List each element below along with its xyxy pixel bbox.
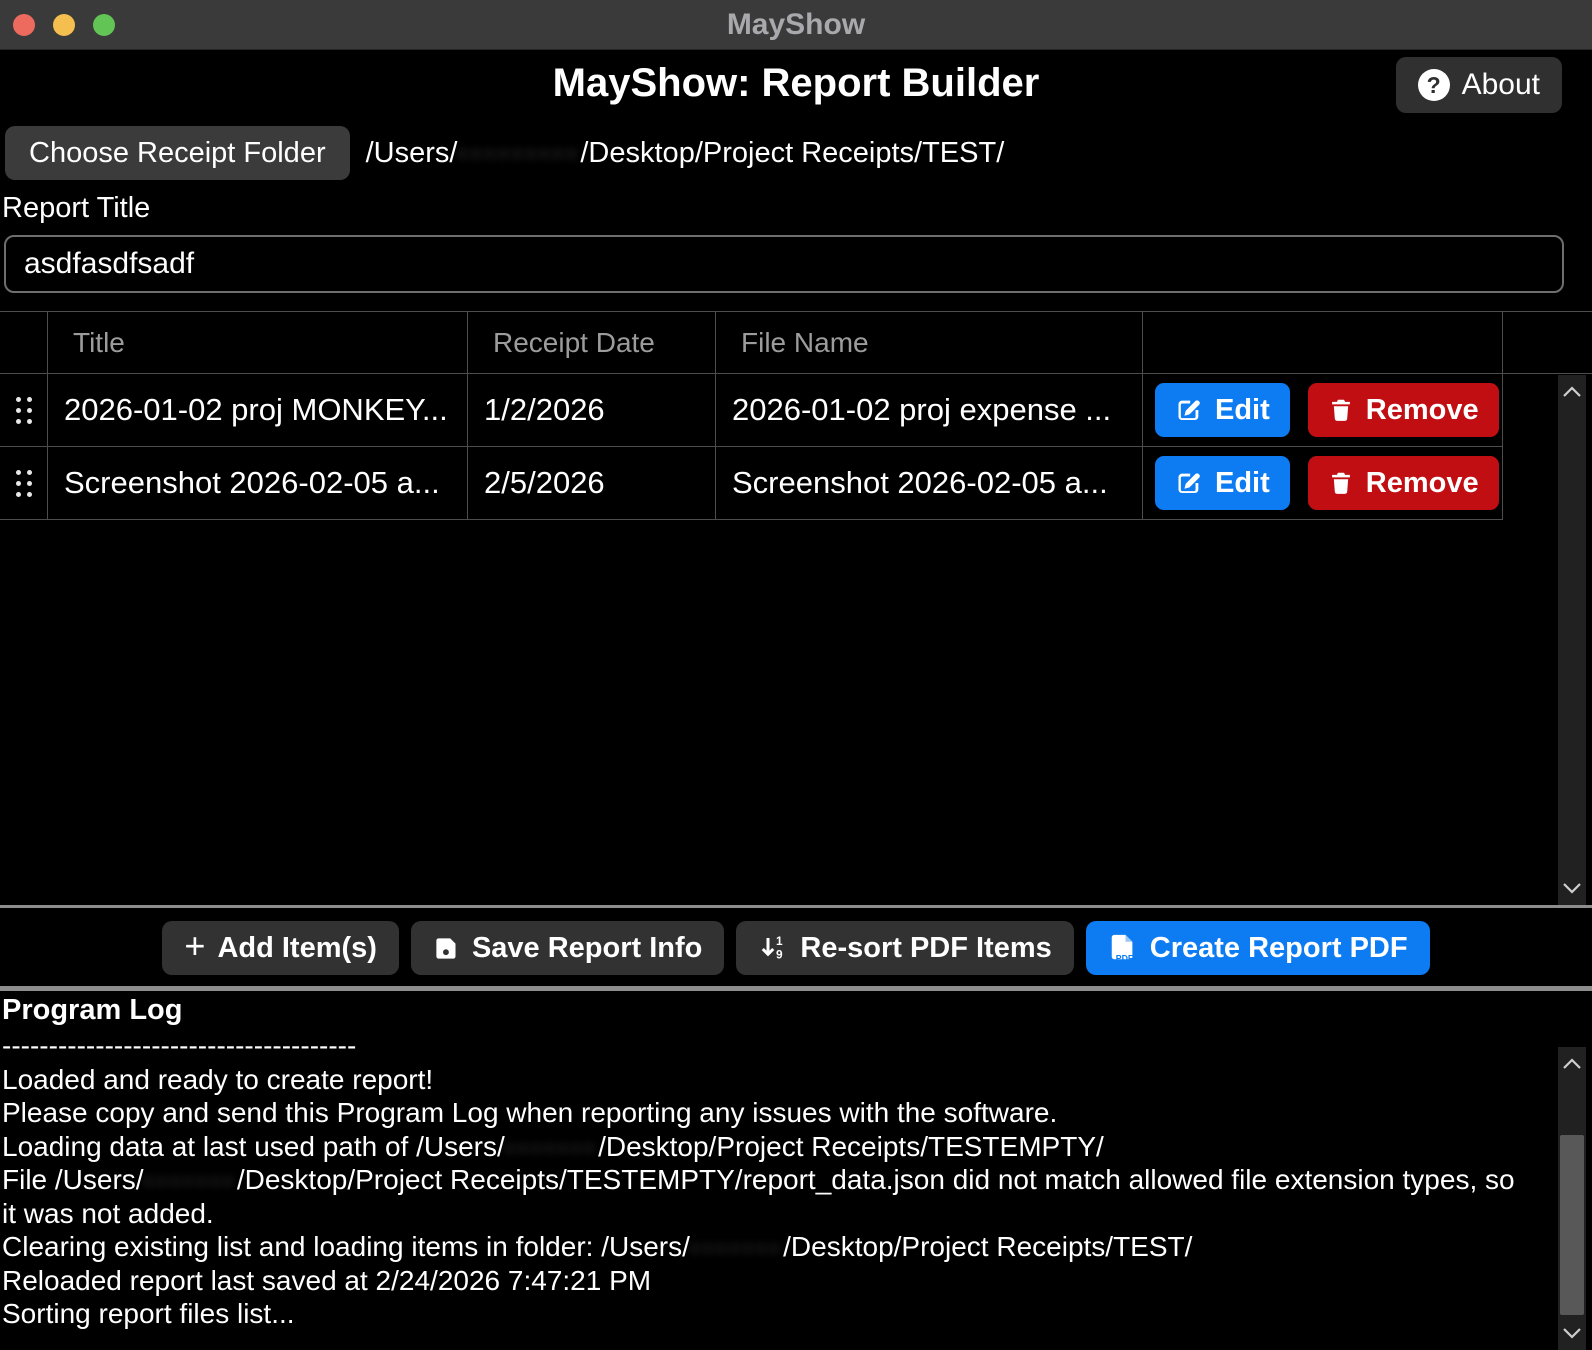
page-title: MayShow: Report Builder xyxy=(0,50,1592,106)
log-scrollbar[interactable] xyxy=(1558,1047,1586,1350)
save-report-info-label: Save Report Info xyxy=(472,932,702,965)
redacted-username: ······· xyxy=(690,1231,783,1262)
question-icon: ? xyxy=(1418,69,1450,101)
log-line: Loaded and ready to create report! xyxy=(2,1063,1518,1097)
add-items-label: Add Item(s) xyxy=(217,932,377,965)
window-title: MayShow xyxy=(0,8,1592,42)
folder-row: Choose Receipt Folder /Users/·········/D… xyxy=(5,126,1587,180)
choose-receipt-folder-button[interactable]: Choose Receipt Folder xyxy=(5,126,350,180)
drag-column-header xyxy=(0,312,48,374)
trash-icon xyxy=(1328,397,1354,423)
scroll-gutter-header xyxy=(1503,312,1592,374)
footer-actions-row: + Add Item(s) Save Report Info 19 Re-sor… xyxy=(0,916,1592,980)
log-line: Sorting report files list... xyxy=(2,1297,1518,1331)
edit-pencil-icon xyxy=(1175,469,1203,497)
window-titlebar: MayShow xyxy=(0,0,1592,50)
scroll-up-icon[interactable] xyxy=(1562,385,1582,399)
row-actions-cell: Edit Remove xyxy=(1143,374,1503,447)
redacted-username: ······· xyxy=(144,1164,237,1195)
edit-label: Edit xyxy=(1215,467,1270,500)
log-line: Loading data at last used path of /Users… xyxy=(2,1130,1518,1164)
remove-button[interactable]: Remove xyxy=(1308,383,1499,437)
trash-icon xyxy=(1328,470,1354,496)
create-report-pdf-label: Create Report PDF xyxy=(1150,932,1408,965)
sort-numeric-icon: 19 xyxy=(758,933,788,963)
log-line: File /Users/·······/Desktop/Project Rece… xyxy=(2,1163,1518,1230)
path-redacted-username: ········· xyxy=(457,137,580,169)
remove-label: Remove xyxy=(1366,394,1479,427)
report-items-table: Title Receipt Date File Name 2026-01-02 … xyxy=(0,311,1592,908)
about-button[interactable]: ? About xyxy=(1396,57,1562,113)
table-body: 2026-01-02 proj MONKEY...1/2/20262026-01… xyxy=(0,374,1592,520)
remove-button[interactable]: Remove xyxy=(1308,456,1499,510)
edit-pencil-icon xyxy=(1175,396,1203,424)
scroll-up-icon[interactable] xyxy=(1562,1057,1582,1071)
file-name-column-header: File Name xyxy=(716,312,1143,374)
edit-button[interactable]: Edit xyxy=(1155,456,1290,510)
redacted-username: ······· xyxy=(505,1131,598,1162)
program-log-text: --------------------------------------Lo… xyxy=(2,1029,1518,1331)
log-line: Please copy and send this Program Log wh… xyxy=(2,1096,1518,1130)
row-file-name-cell: Screenshot 2026-02-05 a... xyxy=(716,447,1143,520)
log-line: Reloaded report last saved at 2/24/2026 … xyxy=(2,1264,1518,1298)
svg-text:PDF: PDF xyxy=(1116,954,1134,964)
resort-pdf-items-label: Re-sort PDF Items xyxy=(800,932,1051,965)
table-row: Screenshot 2026-02-05 a...2/5/2026Screen… xyxy=(0,447,1592,520)
minimize-window-icon[interactable] xyxy=(53,14,75,36)
receipt-date-column-header: Receipt Date xyxy=(468,312,716,374)
edit-button[interactable]: Edit xyxy=(1155,383,1290,437)
about-button-label: About xyxy=(1462,68,1540,102)
remove-label: Remove xyxy=(1366,467,1479,500)
row-title-cell: Screenshot 2026-02-05 a... xyxy=(48,447,468,520)
log-line: Clearing existing list and loading items… xyxy=(2,1230,1518,1264)
table-row: 2026-01-02 proj MONKEY...1/2/20262026-01… xyxy=(0,374,1592,447)
save-report-info-button[interactable]: Save Report Info xyxy=(411,921,724,975)
program-log-heading: Program Log xyxy=(2,994,1592,1027)
add-items-button[interactable]: + Add Item(s) xyxy=(162,921,399,975)
row-file-name-cell: 2026-01-02 proj expense ... xyxy=(716,374,1143,447)
zoom-window-icon[interactable] xyxy=(93,14,115,36)
program-log-section: Program Log ----------------------------… xyxy=(0,986,1592,1350)
table-scrollbar[interactable] xyxy=(1558,375,1586,905)
path-suffix: /Desktop/Project Receipts/TEST/ xyxy=(580,137,1004,169)
row-receipt-date-cell: 1/2/2026 xyxy=(468,374,716,447)
receipt-folder-path: /Users/·········/Desktop/Project Receipt… xyxy=(366,137,1005,170)
report-title-input[interactable] xyxy=(4,235,1564,293)
path-prefix: /Users/ xyxy=(366,137,458,169)
close-window-icon[interactable] xyxy=(13,14,35,36)
drag-handle-icon[interactable] xyxy=(0,374,48,447)
drag-handle-icon[interactable] xyxy=(0,447,48,520)
table-header-row: Title Receipt Date File Name xyxy=(0,312,1592,374)
actions-column-header xyxy=(1143,312,1503,374)
row-actions-cell: Edit Remove xyxy=(1143,447,1503,520)
log-scrollbar-thumb[interactable] xyxy=(1560,1135,1584,1315)
create-report-pdf-button[interactable]: PDF Create Report PDF xyxy=(1086,921,1430,975)
plus-icon: + xyxy=(184,928,205,964)
report-title-label: Report Title xyxy=(2,192,1590,225)
svg-text:1: 1 xyxy=(776,934,783,948)
save-icon xyxy=(433,935,460,962)
header-row: MayShow: Report Builder ? About xyxy=(0,50,1592,120)
resort-pdf-items-button[interactable]: 19 Re-sort PDF Items xyxy=(736,921,1073,975)
row-title-cell: 2026-01-02 proj MONKEY... xyxy=(48,374,468,447)
title-column-header: Title xyxy=(48,312,468,374)
row-receipt-date-cell: 2/5/2026 xyxy=(468,447,716,520)
scroll-down-icon[interactable] xyxy=(1562,1326,1582,1340)
pdf-file-icon: PDF xyxy=(1108,933,1138,963)
log-line: -------------------------------------- xyxy=(2,1029,1518,1063)
edit-label: Edit xyxy=(1215,394,1270,427)
svg-text:9: 9 xyxy=(776,948,783,962)
traffic-lights xyxy=(13,14,115,36)
scroll-down-icon[interactable] xyxy=(1562,881,1582,895)
